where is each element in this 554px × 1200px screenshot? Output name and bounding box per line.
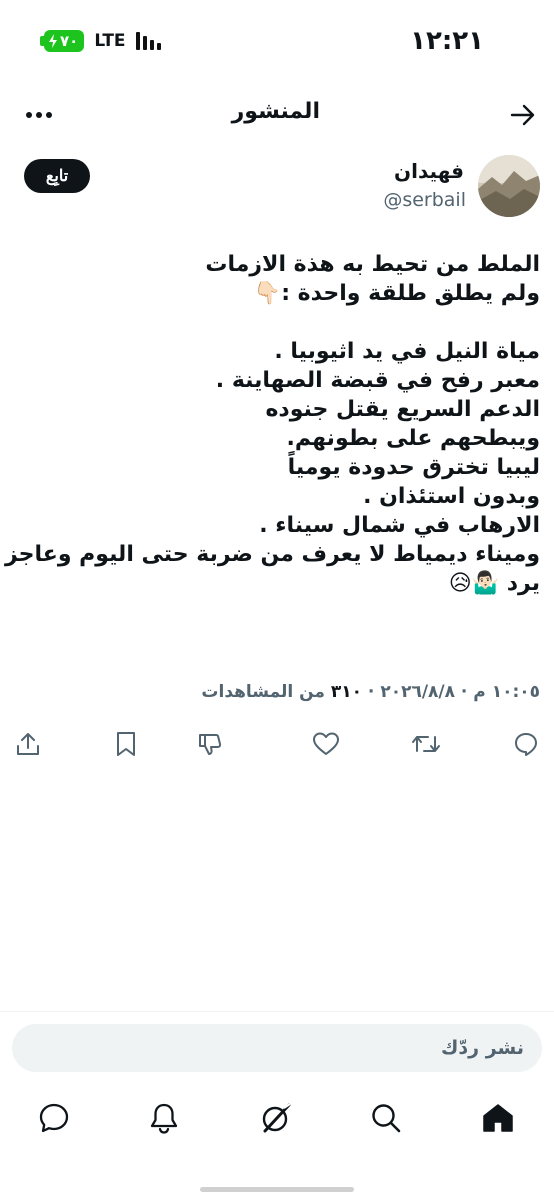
nav-messages[interactable] — [34, 1098, 74, 1138]
post-line — [10, 308, 540, 337]
battery-level: ٧٠ — [60, 32, 79, 50]
bookmark-icon — [117, 732, 135, 756]
post-header: المنشور — [0, 88, 554, 142]
post-line: وميناء ديمياط لا يعرف من ضربة حتى اليوم … — [5, 542, 540, 567]
status-time: ١٢:٢١ — [410, 26, 484, 56]
nav-home[interactable] — [478, 1098, 518, 1138]
grok-icon — [262, 1103, 291, 1133]
status-indicators: ٧٠ LTE — [39, 30, 161, 52]
views-count[interactable]: ٣١٠ — [331, 682, 362, 702]
battery-icon: ٧٠ — [39, 30, 85, 52]
post-datetime: ١٠:٠٥ م · ٢٠٢٦/٨/٨ · — [362, 682, 540, 702]
reply-input[interactable] — [44, 1024, 524, 1072]
nav-notifications[interactable] — [144, 1098, 184, 1138]
reply-box[interactable] — [12, 1024, 542, 1072]
author-handle[interactable]: @serbail — [383, 189, 466, 211]
home-indicator — [200, 1187, 354, 1192]
bookmark-button[interactable] — [108, 726, 144, 762]
status-bar: ١٢:٢١ ٧٠ LTE — [0, 0, 554, 84]
post-line: الارهاب في شمال سيناء . — [259, 513, 540, 538]
post-line: ليبيا تخترق حدودة يومياً — [287, 455, 540, 480]
post-line: معبر رفح في قبضة الصهاينة . — [215, 368, 540, 393]
post-line: يرد 🤷🏻‍♂️😥 — [448, 571, 540, 596]
reply-button[interactable] — [508, 726, 544, 762]
messages-icon — [39, 1103, 69, 1133]
nav-grok[interactable] — [256, 1098, 296, 1138]
follow-button[interactable]: تابِع — [24, 159, 90, 193]
more-options-button[interactable] — [22, 98, 56, 132]
post-line: وبدون استئذان . — [363, 484, 540, 509]
post-line: ولم يطلق طلقة واحدة :👇🏻 — [253, 281, 540, 306]
page-title: المنشور — [231, 99, 320, 124]
post-meta: ١٠:٠٥ م · ٢٠٢٦/٨/٨ · ٣١٠ من المشاهدات — [201, 682, 540, 702]
back-arrow-icon — [510, 104, 535, 126]
post-actions — [0, 726, 554, 762]
network-type: LTE — [94, 31, 126, 51]
share-button[interactable] — [10, 726, 46, 762]
home-icon — [483, 1104, 513, 1132]
avatar[interactable] — [478, 155, 540, 217]
like-button[interactable] — [308, 726, 344, 762]
bottom-nav — [0, 1090, 554, 1146]
like-icon — [313, 732, 339, 755]
post-line: مياة النيل في يد اثيوبيا . — [274, 339, 540, 364]
more-icon — [26, 112, 52, 118]
share-icon — [17, 733, 39, 755]
post-text: الملط من تحيط به هذة الازمات ولم يطلق طلق… — [5, 250, 540, 598]
author-row: فهيدان @serbail تابِع — [0, 155, 554, 221]
nav-search[interactable] — [366, 1098, 406, 1138]
author-name[interactable]: فهيدان — [394, 159, 464, 183]
signal-icon — [135, 32, 161, 50]
views-label[interactable]: من المشاهدات — [201, 682, 330, 702]
post-line: الدعم السريع يقتل جنوده — [265, 397, 540, 422]
dislike-icon — [199, 734, 222, 755]
reply-icon — [515, 733, 537, 756]
repost-button[interactable] — [408, 726, 444, 762]
search-icon — [372, 1104, 401, 1133]
dislike-button[interactable] — [192, 726, 228, 762]
post-line: ويبطحهم على بطونهم. — [286, 426, 540, 451]
divider — [0, 1011, 554, 1012]
post-line: الملط من تحيط به هذة الازمات — [205, 252, 540, 277]
repost-icon — [412, 736, 440, 752]
notifications-icon — [150, 1103, 178, 1134]
back-button[interactable] — [506, 98, 540, 132]
